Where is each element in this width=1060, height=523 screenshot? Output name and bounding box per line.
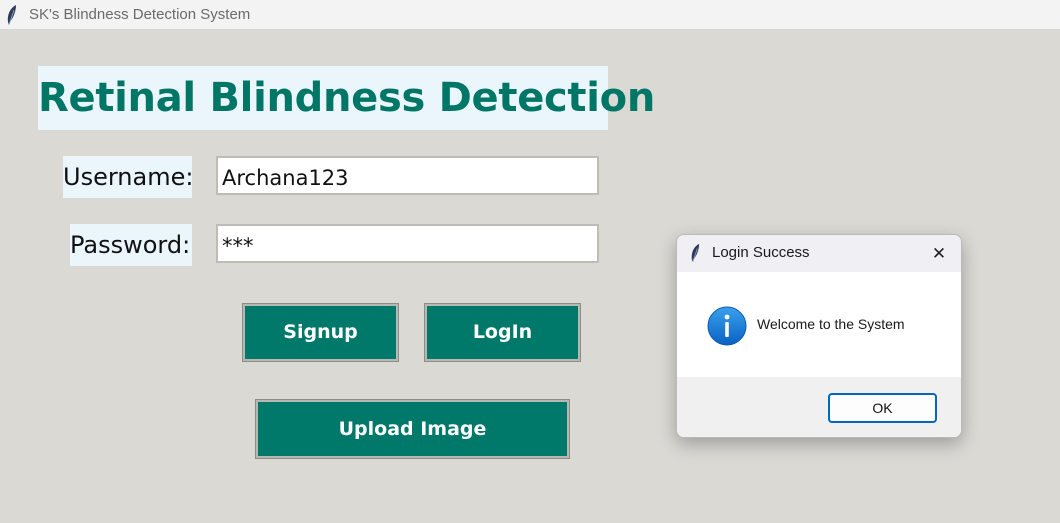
dialog-footer: OK	[677, 377, 961, 437]
signup-button[interactable]: Signup	[242, 303, 399, 362]
info-icon	[707, 306, 747, 346]
dialog-message: Welcome to the System	[757, 316, 905, 332]
page-heading: Retinal Blindness Detection	[38, 66, 655, 130]
dialog-title: Login Success	[712, 244, 810, 261]
password-input[interactable]	[216, 224, 599, 263]
window-titlebar: SK's Blindness Detection System	[0, 0, 1060, 30]
feather-icon	[691, 243, 700, 263]
ok-button[interactable]: OK	[828, 393, 937, 423]
feather-icon	[7, 5, 16, 26]
login-button[interactable]: LogIn	[424, 303, 581, 362]
upload-image-button[interactable]: Upload Image	[255, 399, 570, 459]
close-icon[interactable]: ✕	[926, 241, 952, 267]
login-success-dialog: Login Success ✕ Welcome to the System OK	[676, 234, 962, 438]
window-title: SK's Blindness Detection System	[29, 6, 251, 23]
password-label: Password:	[70, 224, 192, 266]
username-label: Username:	[63, 156, 193, 198]
username-input[interactable]	[216, 156, 599, 195]
dialog-titlebar: Login Success ✕	[677, 235, 961, 272]
